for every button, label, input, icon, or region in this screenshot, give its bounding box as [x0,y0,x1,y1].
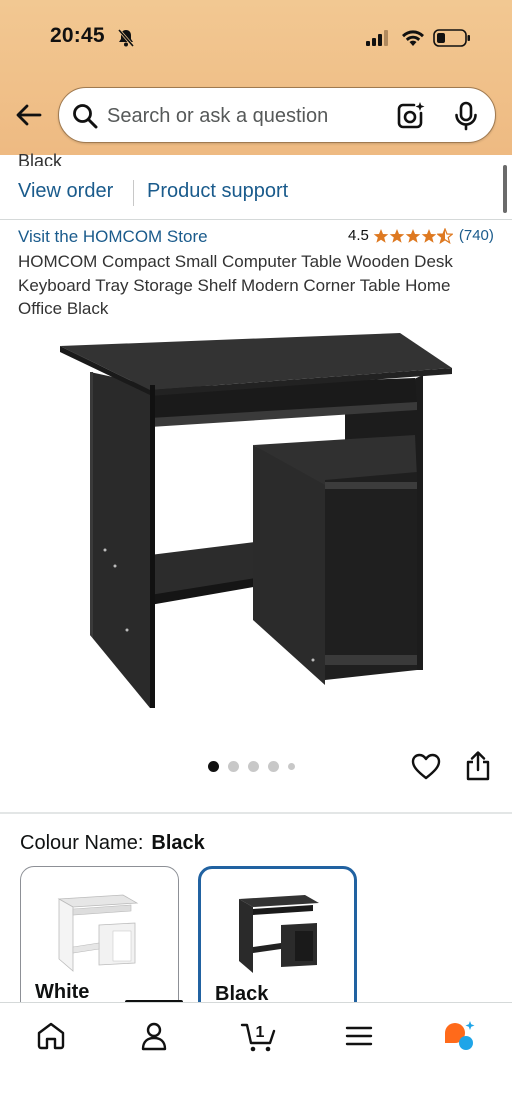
product-title: HOMCOM Compact Small Computer Table Wood… [18,252,453,318]
image-carousel-dots [208,761,295,772]
bottom-nav: 1 [0,1002,512,1109]
microphone-icon[interactable] [453,101,479,131]
search-icon [73,104,98,129]
menu-icon[interactable] [342,1019,376,1053]
previous-order-text: Black [18,151,63,166]
back-arrow-icon[interactable] [14,100,44,130]
rating-count[interactable]: (740) [459,227,494,244]
star-full-icon [389,228,405,243]
carousel-dot[interactable] [208,761,219,772]
colour-option-white[interactable]: White [20,866,179,1016]
product-image[interactable] [55,330,455,715]
swatch-label-white: White [35,981,90,1003]
star-half-icon [436,227,453,244]
colour-name-label: Colour Name: Black [20,832,205,855]
share-icon[interactable] [464,750,492,782]
colour-option-black[interactable]: Black [198,866,357,1016]
colour-label-text: Colour Name: [20,832,144,854]
heart-icon[interactable] [411,752,441,782]
cellular-signal-icon [366,30,388,46]
black-desk-thumbnail [239,895,319,973]
star-rating [373,227,453,244]
order-links: View order Product support [0,172,512,216]
cart-count: 1 [256,1024,265,1041]
store-link[interactable]: Visit the HOMCOM Store [18,227,208,247]
bell-slash-icon [117,29,135,47]
carousel-dot[interactable] [268,761,279,772]
rufus-assistant-icon[interactable] [441,1019,477,1053]
star-full-icon [405,228,421,243]
account-icon[interactable] [137,1019,171,1053]
white-desk-thumbnail [57,894,139,972]
status-time: 20:45 [50,24,105,47]
rating-value: 4.5 [348,227,369,244]
carousel-dot[interactable] [228,761,239,772]
star-full-icon [421,228,437,243]
app-header: 20:45 Search or ask a question [0,0,512,155]
home-icon[interactable] [34,1019,68,1053]
scroll-indicator [503,165,507,213]
rating-summary[interactable]: 4.5 (740) [348,227,494,244]
selected-colour: Black [151,832,205,854]
search-bar[interactable]: Search or ask a question [58,87,496,143]
section-divider [0,219,512,220]
view-order-link[interactable]: View order [18,180,113,203]
wifi-icon [402,30,424,46]
star-full-icon [373,228,389,243]
product-support-link[interactable]: Product support [147,180,288,203]
status-bar: 20:45 [0,0,512,76]
carousel-dot[interactable] [248,761,259,772]
section-divider [0,812,512,814]
link-divider [133,180,134,206]
cart-icon[interactable]: 1 [240,1019,278,1053]
carousel-dot[interactable] [288,763,295,770]
search-input[interactable]: Search or ask a question [107,105,328,128]
camera-lens-icon[interactable] [395,101,425,131]
battery-icon [433,29,470,47]
